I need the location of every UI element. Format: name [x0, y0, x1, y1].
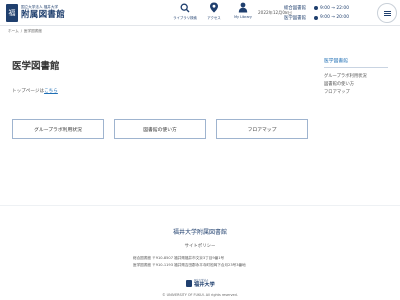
- clock-icon: [314, 6, 318, 10]
- footer-divider: [0, 205, 400, 206]
- site-logo[interactable]: 福 国立大学法人 福井大学 附属図書館: [6, 3, 68, 23]
- hours-library-name: 総合図書館: [284, 5, 314, 11]
- logo-title: 附属図書館: [21, 10, 66, 20]
- clock-icon: [314, 15, 318, 20]
- footer-title[interactable]: 福井大学附属図書館: [0, 227, 400, 236]
- top-page-link[interactable]: こちら: [44, 89, 58, 94]
- hamburger-icon: [383, 10, 391, 16]
- footer-addresses: 総合図書館 〒910-8507 福井県福井市文京3丁目9番1号 医学図書館 〒9…: [133, 255, 246, 269]
- search-icon: [180, 2, 191, 13]
- nav-label: My Library: [234, 15, 252, 19]
- sidebar-item-group-lab[interactable]: グループラボ利用状況: [324, 73, 388, 81]
- sidebar-heading[interactable]: 医学図書館: [324, 57, 388, 68]
- quick-link-buttons: グループラボ利用状況 図書館の使い方 フロアマップ: [12, 119, 318, 139]
- group-lab-status-button[interactable]: グループラボ利用状況: [12, 119, 104, 139]
- user-icon: [238, 2, 249, 13]
- sidebar: 医学図書館 グループラボ利用状況 図書館の使い方 フロアマップ: [324, 57, 388, 97]
- university-logo-icon: [186, 280, 192, 287]
- nav-library-search[interactable]: ライブラリ検索: [172, 2, 198, 20]
- university-logo-icon: 福: [6, 4, 18, 22]
- sidebar-item-floor-map[interactable]: フロアマップ: [324, 89, 388, 97]
- hours-time: 9:00 → 20:00: [320, 15, 349, 20]
- footer-logo-title: 福井大学: [194, 282, 215, 288]
- breadcrumb-separator: /: [20, 29, 22, 33]
- hours-row: 総合図書館 9:00 → 22:00: [284, 4, 368, 12]
- nav-my-library[interactable]: My Library: [230, 2, 256, 20]
- top-page-notice: トップページはこちら: [12, 88, 58, 94]
- menu-button[interactable]: [377, 3, 397, 23]
- footer-university-logo[interactable]: 国立大学法人 福井大学: [186, 279, 215, 288]
- library-guide-button[interactable]: 図書館の使い方: [114, 119, 206, 139]
- floor-map-button[interactable]: フロアマップ: [216, 119, 308, 139]
- nav-label: ライブラリ検索: [173, 16, 197, 20]
- map-pin-icon: [209, 2, 220, 13]
- breadcrumb-current: 医学図書館: [23, 29, 42, 33]
- top-page-prefix: トップページは: [12, 89, 45, 94]
- site-header: 福 国立大学法人 福井大学 附属図書館 ライブラリ検索 アクセス My Libr…: [0, 0, 400, 26]
- breadcrumb-home[interactable]: ホーム: [8, 29, 19, 33]
- site-policy-link[interactable]: サイトポリシー: [0, 243, 400, 249]
- copyright: © UNIVERSITY OF FUKUI. All rights reserv…: [162, 293, 238, 297]
- breadcrumb: ホーム / 医学図書館: [8, 29, 42, 34]
- hours-time: 9:00 → 22:00: [320, 5, 349, 11]
- hours-library-name: 医学図書館: [284, 14, 314, 21]
- site-footer: 福井大学附属図書館 サイトポリシー 総合図書館 〒910-8507 福井県福井市…: [0, 205, 400, 300]
- header-nav: ライブラリ検索 アクセス My Library: [172, 2, 259, 20]
- address-line: 医学図書館 〒910-1193 福井県吉田郡永平寺町松岡下合月23号3番地: [133, 263, 246, 267]
- address-line: 総合図書館 〒910-8507 福井県福井市文京3丁目9番1号: [133, 256, 225, 260]
- nav-label: アクセス: [207, 16, 221, 20]
- page-title: 医学図書館: [12, 61, 60, 72]
- opening-hours: 総合図書館 9:00 → 22:00 医学図書館 9:00 → 20:00: [284, 4, 368, 23]
- sidebar-item-library-guide[interactable]: 図書館の使い方: [324, 81, 388, 89]
- hours-row: 医学図書館 9:00 → 20:00: [284, 14, 368, 22]
- nav-access[interactable]: アクセス: [201, 2, 227, 20]
